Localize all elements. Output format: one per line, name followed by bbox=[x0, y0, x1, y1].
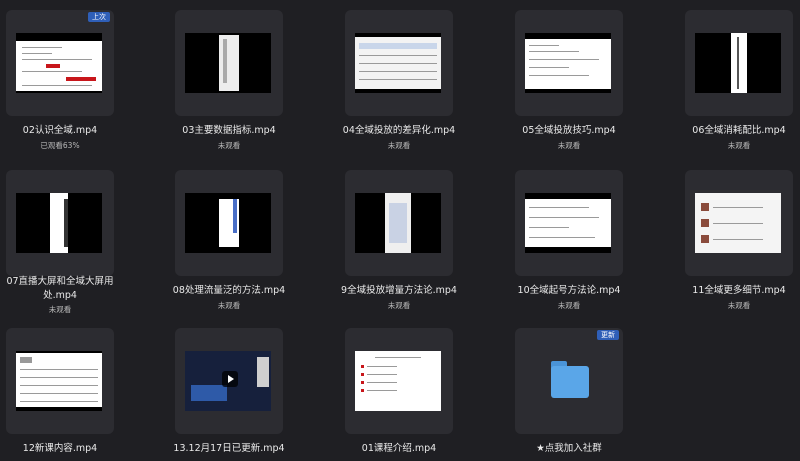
watch-status: 未观看 bbox=[48, 305, 72, 314]
video-thumbnail bbox=[16, 193, 102, 253]
play-icon[interactable] bbox=[222, 371, 238, 387]
folder-name[interactable]: ★点我加入社群 bbox=[510, 440, 628, 454]
file-name[interactable]: 02认识全域.mp4 bbox=[0, 122, 120, 136]
video-thumbnail bbox=[185, 33, 271, 93]
watch-status: 未观看 bbox=[217, 141, 241, 150]
video-thumbnail bbox=[185, 193, 271, 253]
watch-status: 未观看 bbox=[217, 301, 241, 310]
file-name[interactable]: 12新课内容.mp4 bbox=[0, 440, 120, 454]
watch-status: 未观看 bbox=[727, 141, 751, 150]
file-name[interactable]: 06全域消耗配比.mp4 bbox=[680, 122, 798, 136]
file-name[interactable]: 03主要数据指标.mp4 bbox=[170, 122, 288, 136]
video-thumbnail bbox=[355, 351, 441, 411]
watch-status: 未观看 bbox=[387, 141, 411, 150]
update-badge: 更新 bbox=[597, 330, 619, 340]
file-name[interactable]: 04全域投放的差异化.mp4 bbox=[340, 122, 458, 136]
watch-status: 未观看 bbox=[387, 301, 411, 310]
video-thumbnail bbox=[695, 193, 781, 253]
video-thumbnail bbox=[185, 351, 271, 411]
watch-status: 未观看 bbox=[727, 301, 751, 310]
video-thumbnail bbox=[695, 33, 781, 93]
video-thumbnail bbox=[525, 193, 611, 253]
watch-status: 已观看63% bbox=[40, 141, 80, 150]
file-name[interactable]: 11全域更多细节.mp4 bbox=[680, 282, 798, 296]
watch-status: 未观看 bbox=[557, 301, 581, 310]
file-name[interactable]: 13.12月17日已更新.mp4 bbox=[170, 440, 288, 454]
file-name[interactable]: 10全域起号方法论.mp4 bbox=[510, 282, 628, 296]
video-thumbnail bbox=[355, 193, 441, 253]
file-name[interactable]: 08处理流量泛的方法.mp4 bbox=[170, 282, 288, 296]
watch-status: 未观看 bbox=[557, 141, 581, 150]
file-name[interactable]: 9全域投放增量方法论.mp4 bbox=[340, 282, 458, 296]
file-name[interactable]: 07直播大屏和全域大屏用处.mp4 bbox=[0, 275, 120, 303]
video-thumbnail bbox=[16, 351, 102, 411]
file-name[interactable]: 01课程介绍.mp4 bbox=[340, 440, 458, 454]
video-thumbnail bbox=[355, 33, 441, 93]
last-watched-badge: 上次 bbox=[88, 12, 110, 22]
video-thumbnail bbox=[16, 33, 102, 93]
video-thumbnail bbox=[525, 33, 611, 93]
file-name[interactable]: 05全域投放技巧.mp4 bbox=[510, 122, 628, 136]
file-grid: 上次 02认识全域.mp4 已观看63% 03主要数据指标.mp4 未观看 04… bbox=[0, 0, 800, 461]
